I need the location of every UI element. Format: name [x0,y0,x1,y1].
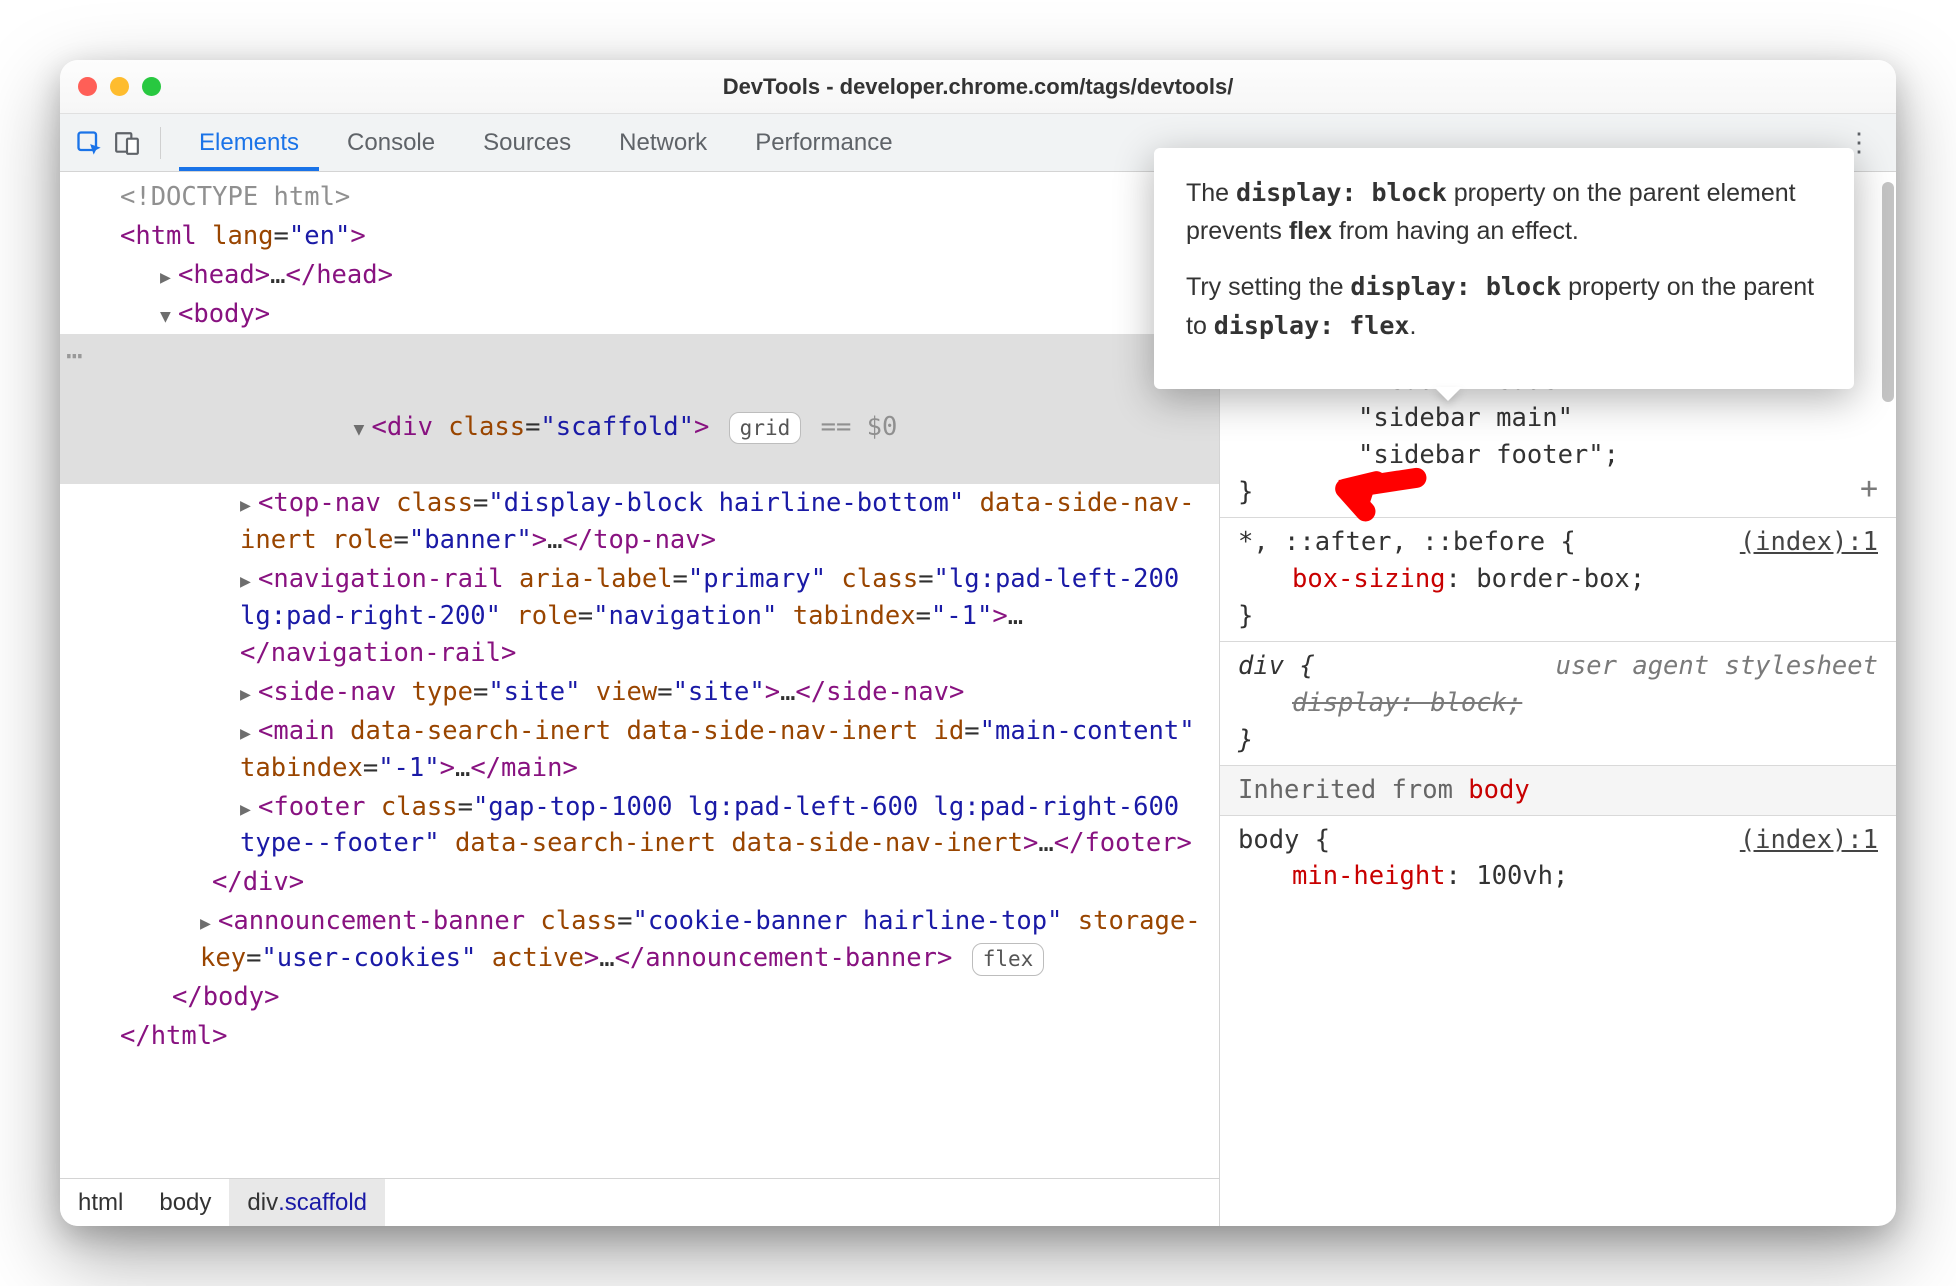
tooltip-code: display: block [1350,272,1561,301]
dom-body-close[interactable]: </body> [60,978,1219,1017]
dom-html-open[interactable]: <html lang="en"> [60,217,1219,256]
crumb-html[interactable]: html [60,1179,141,1226]
dom-announcement-banner[interactable]: ▶<announcement-banner class="cookie-bann… [60,902,1219,978]
tab-elements[interactable]: Elements [179,115,319,171]
style-rule-universal[interactable]: (index):1 *, ::after, ::before { box-siz… [1220,518,1896,642]
tooltip-pointer-icon [1434,387,1462,401]
dom-tree[interactable]: <!DOCTYPE html> <html lang="en"> ▶<head>… [60,172,1219,1178]
gta-line-2[interactable]: "sidebar main" [1238,400,1878,437]
dom-scaffold-selected[interactable]: ⋯ ▼<div class="scaffold"> grid == $0 [60,334,1219,484]
elements-panel: <!DOCTYPE html> <html lang="en"> ▶<head>… [60,172,1220,1226]
style-rule-div-ua[interactable]: user agent stylesheet div { display: blo… [1220,642,1896,766]
rule-source-link[interactable]: (index):1 [1740,822,1878,859]
dom-main[interactable]: ▶<main data-search-inert data-side-nav-i… [60,712,1219,788]
dom-body-open[interactable]: ▼<body> [60,295,1219,334]
titlebar: DevTools - developer.chrome.com/tags/dev… [60,60,1896,114]
crumb-div-scaffold[interactable]: div.scaffold [229,1179,385,1226]
decl-box-sizing[interactable]: box-sizing: border-box; [1238,561,1878,598]
dom-navigation-rail[interactable]: ▶<navigation-rail aria-label="primary" c… [60,560,1219,673]
dom-footer[interactable]: ▶<footer class="gap-top-1000 lg:pad-left… [60,788,1219,864]
grid-badge[interactable]: grid [729,412,802,444]
tooltip-text: The [1186,179,1236,207]
dom-side-nav[interactable]: ▶<side-nav type="site" view="site">…</si… [60,673,1219,712]
tab-performance[interactable]: Performance [735,115,912,171]
selected-marker-icon: ⋯ [66,336,85,377]
tooltip-text: Try setting the [1186,273,1350,301]
dom-html-close[interactable]: </html> [60,1017,1219,1056]
tooltip-code: display: block [1236,178,1447,207]
tab-network[interactable]: Network [599,115,727,171]
crumb-body[interactable]: body [141,1179,229,1226]
console-ref: == $0 [821,412,898,442]
rule-ua-label: user agent stylesheet [1556,648,1878,685]
inherited-from-element[interactable]: body [1468,775,1529,805]
tabbar-separator [160,127,161,159]
dom-doctype[interactable]: <!DOCTYPE html> [60,178,1219,217]
decl-display-block: display: block; [1238,685,1878,722]
hint-tooltip: The display: block property on the paren… [1154,148,1854,389]
inherited-from-header: Inherited from body [1220,766,1896,816]
inherited-label: Inherited from [1238,775,1468,805]
window-title: DevTools - developer.chrome.com/tags/dev… [60,74,1896,100]
style-rule-body[interactable]: (index):1 body { min-height: 100vh; [1220,816,1896,902]
breadcrumbs: html body div.scaffold [60,1178,1219,1226]
decl-min-height[interactable]: min-height: 100vh; [1238,858,1878,895]
tooltip-text: from having an effect. [1332,217,1579,245]
rule-source-link[interactable]: (index):1 [1740,524,1878,561]
dom-top-nav[interactable]: ▶<top-nav class="display-block hairline-… [60,484,1219,560]
add-declaration-icon[interactable]: + [1860,467,1878,511]
device-toggle-icon[interactable] [112,128,142,158]
devtools-window: DevTools - developer.chrome.com/tags/dev… [60,60,1896,1226]
dom-div-close[interactable]: </div> [60,863,1219,902]
dom-head[interactable]: ▶<head>…</head> [60,256,1219,295]
tooltip-code: display: flex [1214,311,1410,340]
tab-console[interactable]: Console [327,115,455,171]
tooltip-text: . [1409,312,1416,340]
flex-badge[interactable]: flex [972,943,1045,975]
inspect-icon[interactable] [74,128,104,158]
tooltip-bold: flex [1289,217,1332,245]
tab-sources[interactable]: Sources [463,115,591,171]
